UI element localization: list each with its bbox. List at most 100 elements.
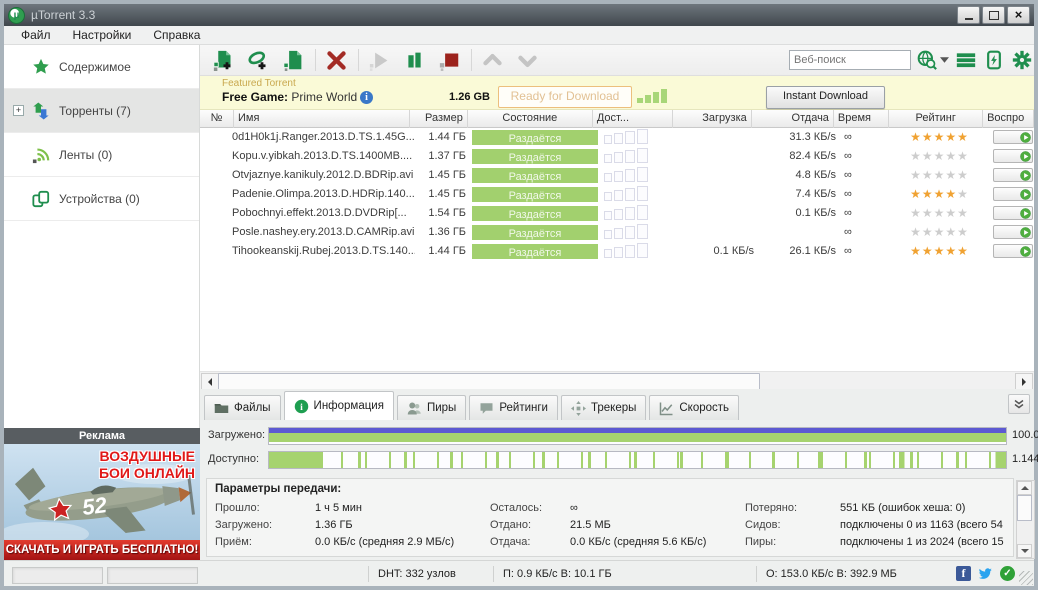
scroll-down-button[interactable] [1017, 544, 1032, 558]
column-header-size[interactable]: Размер [410, 110, 468, 128]
ready-for-download-button[interactable]: Ready for Download [498, 86, 632, 108]
star-icon[interactable]: ★ [934, 225, 946, 239]
play-button[interactable] [993, 206, 1033, 220]
star-icon[interactable]: ★ [957, 244, 969, 258]
star-icon[interactable]: ★ [922, 187, 934, 201]
expander-icon[interactable]: + [13, 105, 24, 116]
add-link-button[interactable] [245, 47, 271, 73]
search-input[interactable] [789, 50, 911, 70]
move-down-button[interactable] [514, 47, 540, 73]
star-icon[interactable]: ★ [922, 244, 934, 258]
play-button[interactable] [993, 149, 1033, 163]
star-icon[interactable]: ★ [910, 187, 922, 201]
torrent-row[interactable]: Kopu.v.yibkah.2013.D.TS.1400MB....1.37 Г… [200, 147, 1034, 166]
star-icon[interactable]: ★ [934, 187, 946, 201]
horizontal-scrollbar[interactable] [200, 371, 1034, 389]
resize-grip[interactable] [1019, 571, 1033, 585]
star-icon[interactable]: ★ [934, 244, 946, 258]
remote-button[interactable] [982, 48, 1006, 72]
play-button[interactable] [993, 130, 1033, 144]
column-header-rating[interactable]: Рейтинг [889, 110, 983, 128]
column-header-avail[interactable]: Дост... [593, 110, 673, 128]
star-icon[interactable]: ★ [922, 168, 934, 182]
web-search-button[interactable] [915, 48, 939, 72]
tab-info[interactable]: iИнформация [284, 391, 394, 420]
star-icon[interactable]: ★ [934, 149, 946, 163]
star-icon[interactable]: ★ [910, 225, 922, 239]
close-button[interactable]: × [1007, 6, 1030, 24]
menu-settings[interactable]: Настройки [62, 26, 143, 44]
column-header-play[interactable]: Воспро [983, 110, 1034, 128]
sidebar-item-devices[interactable]: Устройства (0) [4, 177, 199, 221]
vertical-scrollbar[interactable] [1016, 480, 1035, 559]
torrent-row[interactable]: Pobochnyi.effekt.2013.D.DVDRip[...1.54 Г… [200, 204, 1034, 223]
star-icon[interactable]: ★ [934, 168, 946, 182]
star-icon[interactable]: ★ [957, 225, 969, 239]
settings-button[interactable] [1010, 48, 1034, 72]
star-icon[interactable]: ★ [945, 206, 957, 220]
star-icon[interactable]: ★ [922, 206, 934, 220]
tab-trackers[interactable]: Трекеры [561, 395, 646, 420]
vertical-scroll-thumb[interactable] [1017, 495, 1032, 521]
stop-button[interactable] [436, 47, 462, 73]
column-header-status[interactable]: Состояние [468, 110, 593, 128]
column-header-up[interactable]: Отдача [752, 110, 834, 128]
star-icon[interactable]: ★ [945, 244, 957, 258]
menu-help[interactable]: Справка [142, 26, 211, 44]
add-torrent-button[interactable] [210, 47, 236, 73]
instant-download-button[interactable]: Instant Download [766, 86, 885, 109]
sidebar-item-feeds[interactable]: Ленты (0) [4, 133, 199, 177]
star-icon[interactable]: ★ [922, 225, 934, 239]
title-bar[interactable]: µ µTorrent 3.3 × [4, 4, 1034, 26]
ad-banner[interactable]: 52 ВОЗДУШНЫЕ БОИ ОНЛАЙН СКАЧАТЬ И ИГРАТЬ… [4, 444, 200, 560]
star-icon[interactable]: ★ [945, 187, 957, 201]
collapse-panel-button[interactable] [1008, 394, 1030, 414]
column-header-down[interactable]: Загрузка [673, 110, 752, 128]
info-icon[interactable]: i [360, 91, 373, 104]
torrent-row[interactable]: 0d1H0k1j.Ranger.2013.D.TS.1.45G...1.44 Г… [200, 128, 1034, 147]
network-ok-icon[interactable]: ✓ [1000, 566, 1015, 581]
torrent-row[interactable]: Padenie.Olimpa.2013.D.HDRip.140...1.45 Г… [200, 185, 1034, 204]
sidebar-item-content[interactable]: Содержимое [4, 45, 199, 89]
play-button[interactable] [993, 244, 1033, 258]
column-header-eta[interactable]: Время [834, 110, 889, 128]
twitter-icon[interactable] [978, 566, 993, 581]
column-header-num[interactable]: № [200, 110, 234, 128]
tab-ratings[interactable]: Рейтинги [469, 395, 558, 420]
play-button[interactable] [993, 225, 1033, 239]
pause-button[interactable] [401, 47, 427, 73]
play-button[interactable] [993, 168, 1033, 182]
star-icon[interactable]: ★ [922, 149, 934, 163]
star-icon[interactable]: ★ [922, 130, 934, 144]
facebook-icon[interactable]: f [956, 566, 971, 581]
ad-panel[interactable]: Реклама 52 [4, 428, 200, 560]
torrent-row[interactable]: Tihookeanskij.Rubej.2013.D.TS.140...1.44… [200, 242, 1034, 261]
minimize-button[interactable] [957, 6, 980, 24]
remove-button[interactable] [323, 47, 349, 73]
star-icon[interactable]: ★ [910, 168, 922, 182]
tab-files[interactable]: Файлы [204, 395, 281, 420]
move-up-button[interactable] [479, 47, 505, 73]
scroll-up-button[interactable] [1017, 481, 1032, 495]
star-icon[interactable]: ★ [934, 130, 946, 144]
star-icon[interactable]: ★ [945, 149, 957, 163]
star-icon[interactable]: ★ [945, 168, 957, 182]
create-torrent-button[interactable] [280, 47, 306, 73]
star-icon[interactable]: ★ [957, 130, 969, 144]
star-icon[interactable]: ★ [934, 206, 946, 220]
star-icon[interactable]: ★ [957, 168, 969, 182]
torrent-row[interactable]: Posle.nashey.ery.2013.D.CAMRip.avi1.36 Г… [200, 223, 1034, 242]
star-icon[interactable]: ★ [957, 149, 969, 163]
categories-button[interactable] [954, 48, 978, 72]
star-icon[interactable]: ★ [910, 130, 922, 144]
column-header-name[interactable]: Имя [234, 110, 410, 128]
maximize-button[interactable] [982, 6, 1005, 24]
torrent-list[interactable]: 0d1H0k1j.Ranger.2013.D.TS.1.45G...1.44 Г… [200, 128, 1034, 371]
tab-peers[interactable]: Пиры [397, 395, 466, 420]
tab-speed[interactable]: Скорость [649, 395, 739, 420]
star-icon[interactable]: ★ [910, 206, 922, 220]
star-icon[interactable]: ★ [945, 130, 957, 144]
star-icon[interactable]: ★ [957, 206, 969, 220]
star-icon[interactable]: ★ [957, 187, 969, 201]
sidebar-item-torrents[interactable]: +Торренты (7) [4, 89, 199, 133]
